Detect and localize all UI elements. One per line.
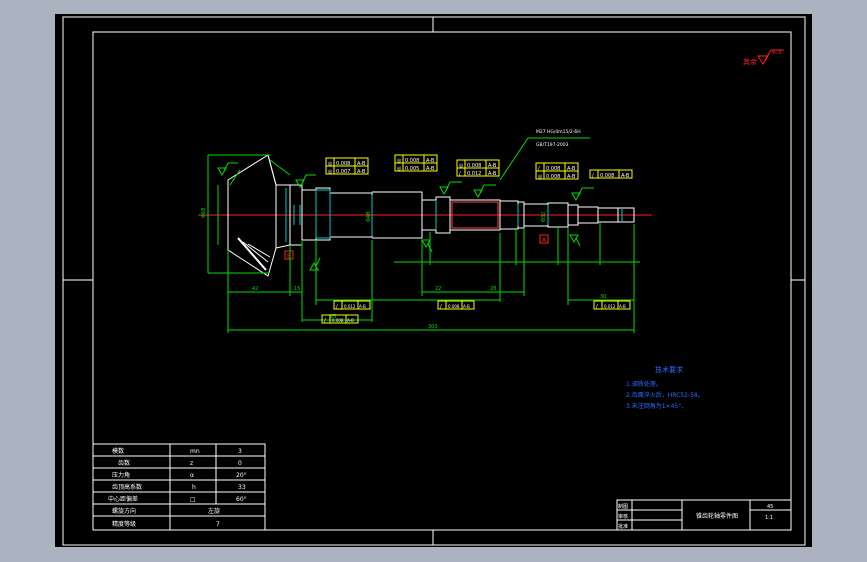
svg-text:0.008: 0.008: [448, 304, 460, 309]
diameter-tooth-label: Φ32: [541, 212, 547, 222]
gear-row-label: 压力角: [112, 471, 130, 479]
title-label-checker: 审核: [618, 513, 628, 520]
gear-row-label: 螺旋方向: [112, 507, 136, 515]
svg-text:◎: ◎: [397, 166, 402, 172]
gear-row-symbol: mn: [190, 448, 200, 455]
svg-text:0.012: 0.012: [467, 171, 481, 177]
gear-row-label: 模数: [112, 447, 124, 455]
svg-text:300: 300: [428, 324, 438, 330]
gear-row-value: 60°: [236, 496, 247, 503]
svg-text:A-B: A-B: [488, 171, 497, 177]
svg-text:A-B: A-B: [357, 169, 366, 175]
gear-row-label: 齿数: [118, 459, 130, 467]
svg-text:A-B: A-B: [567, 174, 576, 180]
svg-text:B: B: [287, 253, 291, 260]
diameter-mid-label: Φ48: [366, 212, 372, 222]
svg-text:M27 HG/4m15/2-6H: M27 HG/4m15/2-6H: [536, 129, 581, 135]
gear-row-label: 中心距偏差: [108, 495, 138, 503]
svg-text:A-B: A-B: [347, 318, 354, 323]
gear-row-value: 33: [238, 484, 246, 491]
tech-req-item-2: 2.齿面淬火后，HRC52-58。: [626, 391, 704, 399]
gear-row-symbol: □: [190, 496, 196, 503]
svg-text:0.008: 0.008: [546, 174, 560, 180]
roughness-value: 6.3: [772, 49, 782, 56]
svg-text:28: 28: [490, 286, 496, 292]
title-label-approver: 批准: [618, 523, 628, 530]
gear-row-symbol: h: [192, 484, 196, 491]
svg-text:22: 22: [435, 286, 441, 292]
cad-drawing-viewport: 其余 6.3 Φ68 Φ48 Φ32 B A 42 15 25 22 28 30…: [55, 14, 812, 547]
svg-text:A-B: A-B: [621, 173, 630, 179]
svg-text:◎: ◎: [538, 174, 543, 180]
diameter-left-label: Φ68: [201, 208, 207, 218]
gear-row-symbol: 左旋: [208, 507, 220, 515]
gear-row-label: 精度等级: [112, 520, 136, 528]
svg-text:30: 30: [600, 294, 606, 300]
gear-row-label: 齿顶高系数: [112, 483, 142, 491]
svg-text:GB/T197-2003: GB/T197-2003: [536, 142, 569, 148]
svg-text:A-B: A-B: [359, 304, 366, 309]
svg-text:0.008: 0.008: [600, 173, 614, 179]
svg-text:0.012: 0.012: [344, 304, 356, 309]
svg-text:15: 15: [294, 286, 300, 292]
gear-row-symbol: α: [190, 472, 194, 479]
svg-text:A-B: A-B: [426, 166, 435, 172]
gear-row-value: 0: [238, 460, 242, 467]
tech-req-item-1: 1.调质处理。: [626, 380, 662, 388]
svg-text:0.008: 0.008: [332, 318, 344, 323]
drawing-name: 锥齿轮轴零件图: [696, 512, 738, 520]
gear-row-symbol: 7: [216, 521, 220, 528]
drawing-paper: [55, 14, 812, 547]
svg-text:0.005: 0.005: [405, 166, 419, 172]
drawing-material: 45: [767, 504, 773, 510]
tech-req-item-3: 3.未注倒角为1×45°。: [626, 402, 687, 410]
svg-text:0.007: 0.007: [336, 169, 350, 175]
gear-row-value: 20°: [236, 472, 247, 479]
svg-text:◎: ◎: [328, 169, 333, 175]
svg-text:0.012: 0.012: [604, 304, 616, 309]
gear-row-symbol: z: [190, 460, 193, 467]
roughness-prefix: 其余: [743, 57, 757, 66]
drawing-scale: 1:1: [765, 515, 773, 521]
svg-text:A-B: A-B: [619, 304, 626, 309]
tech-req-title: 技术要求: [655, 365, 683, 374]
svg-text:42: 42: [252, 286, 258, 292]
title-label-drafter: 制图: [618, 503, 628, 510]
gear-row-value: 3: [238, 448, 242, 455]
svg-text:A-B: A-B: [463, 304, 470, 309]
